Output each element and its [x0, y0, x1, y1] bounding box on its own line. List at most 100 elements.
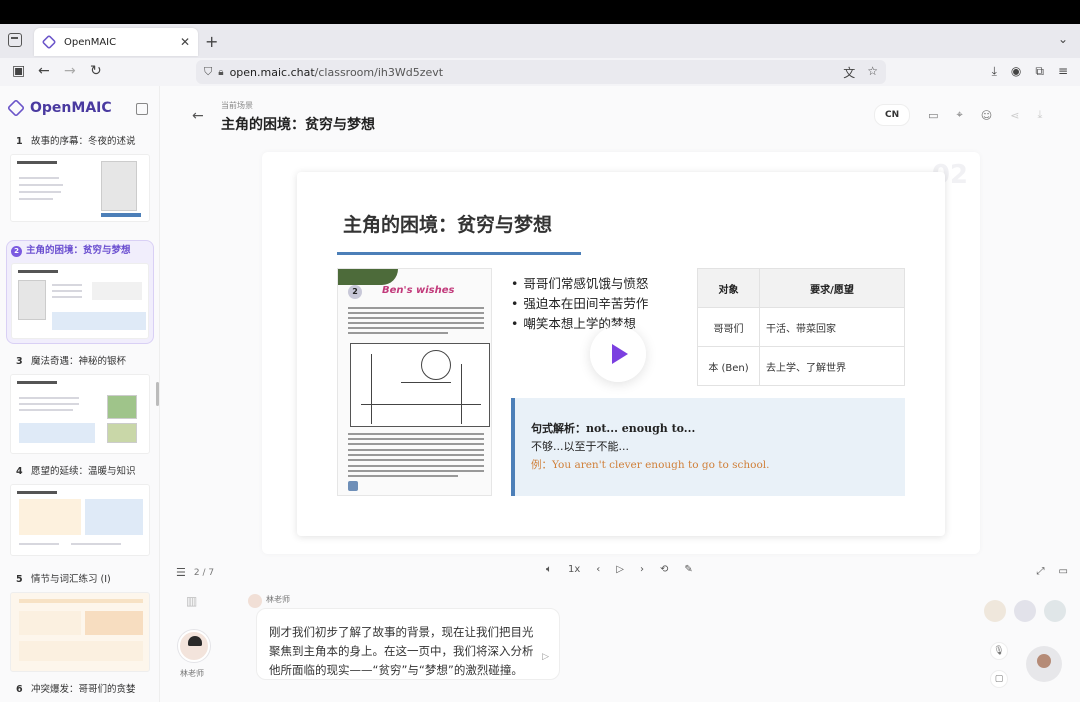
browser-tab[interactable]: OpenMAIC ✕ — [34, 28, 198, 56]
next-icon[interactable]: › — [640, 564, 644, 575]
grammar-meaning: 不够...以至于不能... — [531, 440, 629, 453]
top-bar — [0, 0, 1080, 24]
fullscreen-icon[interactable]: ⤢ — [1037, 566, 1045, 577]
bookmark-star-icon[interactable]: ☆ — [867, 64, 878, 81]
scene-item-1[interactable]: 1 故事的序幕：冬夜的述说 — [6, 134, 154, 222]
book-heading: Ben's wishes — [382, 285, 455, 296]
tab-close-icon[interactable]: ✕ — [180, 35, 190, 49]
forward-icon[interactable]: → — [64, 63, 76, 79]
scene-thumbnail — [10, 592, 150, 672]
tab-strip: OpenMAIC ✕ + ⌄ — [0, 24, 1080, 58]
scene-number: 5 — [16, 574, 23, 585]
scene-title: 愿望的延续：温暖与知识 — [31, 466, 136, 477]
grammar-example: 例：You aren't clever enough to go to scho… — [531, 459, 770, 471]
scene-item-4[interactable]: 4 愿望的延续：温暖与知识 — [6, 464, 154, 556]
speed-button[interactable]: 1x — [568, 564, 580, 575]
speech-bubble: 刚才我们初步了解了故事的背景，现在让我们把目光聚焦到主角本的身上。在这一页中，我… — [256, 608, 560, 680]
repeat-icon[interactable]: ⟲ — [660, 564, 668, 575]
scene-item-3[interactable]: 3 魔法奇遇：神秘的银杯 — [6, 354, 154, 454]
scene-thumbnail — [10, 154, 150, 222]
play-icon[interactable]: ▷ — [616, 564, 624, 575]
chevron-down-icon[interactable]: ⌄ — [1058, 32, 1068, 46]
language-button[interactable]: CN — [874, 104, 911, 126]
pen-icon[interactable]: ✎ — [684, 564, 692, 575]
new-tab-icon[interactable]: + — [205, 32, 218, 51]
speech-text: 刚才我们初步了解了故事的背景，现在让我们把目光聚焦到主角本的身上。在这一页中，我… — [269, 625, 534, 677]
pointer-icon[interactable]: ⌖ — [957, 108, 963, 122]
tab-title: OpenMAIC — [64, 36, 117, 48]
scene-item-6[interactable]: 6 冲突爆发：哥哥们的贪婪 — [6, 682, 154, 698]
table-row: 本 (Ben) 去上学、了解世界 — [697, 346, 905, 386]
user-avatar[interactable] — [1026, 646, 1062, 682]
storybook-image: 2 Ben's wishes — [337, 268, 492, 496]
scene-title: 魔法奇遇：神秘的银杯 — [31, 356, 127, 367]
slide: 主角的困境：贫穷与梦想 2 Ben's wishes • 哥哥们常感饥饿与愤怒 … — [297, 172, 945, 536]
student-avatar[interactable] — [984, 600, 1006, 622]
student-avatar[interactable] — [1014, 600, 1036, 622]
collapse-sidebar-icon[interactable] — [136, 103, 148, 115]
header-toolbar: CN ▭ ⌖ ☺ ⋖ ⤓ — [874, 104, 1074, 126]
book-illustration — [350, 343, 490, 427]
bullet-item: 哥哥们常感饥饿与愤怒 — [511, 274, 648, 294]
scene-label: 当前场景 — [221, 101, 253, 110]
scene-number: 3 — [16, 356, 23, 367]
share-icon[interactable]: ⋖ — [1010, 109, 1019, 122]
scene-title: 故事的序幕：冬夜的述说 — [31, 136, 136, 147]
sidebar-toggle-icon[interactable] — [8, 33, 22, 47]
student-avatar[interactable] — [1044, 600, 1066, 622]
scene-sidebar: OpenMAIC 1 故事的序幕：冬夜的述说 2 主角的困境：贫穷与梦想 3 魔… — [0, 86, 160, 702]
user-icon[interactable]: ☺ — [981, 109, 992, 122]
sidebar-panel-icon[interactable]: ▣ — [12, 63, 25, 79]
scene-item-5[interactable]: 5 情节与词汇练习 (I) — [6, 572, 154, 672]
scene-title: 主角的困境：贫穷与梦想 — [26, 245, 131, 256]
discussion-area: ▥ 林老师 林老师 刚才我们初步了解了故事的背景，现在让我们把目光聚焦到主角本的… — [160, 586, 1080, 702]
book-icon[interactable]: ▥ — [186, 594, 197, 608]
bullet-list: 哥哥们常感饥饿与愤怒 强迫本在田间辛苦劳作 嘲笑本想上学的梦想 — [511, 274, 648, 334]
address-bar[interactable]: ⛉ 🔒︎ open.maic.chat/classroom/ih3Wd5zevt… — [196, 60, 886, 84]
page-indicator: 2 / 7 — [193, 567, 215, 578]
back-icon[interactable]: ← — [38, 63, 50, 79]
extensions-icon[interactable]: ⧉ — [1035, 64, 1044, 79]
playback-controls: ☰ 2 / 7 🔈︎ 1x ‹ ▷ › ⟲ ✎ ⤢ ▭ — [160, 562, 1080, 584]
volume-icon[interactable]: 🔈︎ — [546, 564, 552, 575]
table-row: 哥哥们 干活、带菜回家 — [697, 307, 905, 347]
account-icon[interactable]: ◉ — [1011, 64, 1021, 79]
download-icon[interactable]: ⤓ — [992, 64, 997, 79]
scene-item-2[interactable]: 2 主角的困境：贫穷与梦想 — [6, 240, 154, 344]
previous-icon[interactable]: ‹ — [596, 564, 600, 575]
replay-icon[interactable]: ▷ — [542, 648, 549, 667]
brand-name: OpenMAIC — [30, 100, 112, 116]
wishes-table: 对象 要求/愿望 哥哥们 干活、带菜回家 本 (Ben) 去上学、了解世界 — [697, 268, 905, 386]
book-badge-icon — [348, 481, 358, 491]
page-title: 主角的困境：贫穷与梦想 — [221, 117, 375, 133]
logo-icon — [6, 98, 26, 118]
export-icon[interactable]: ⤓ — [1037, 108, 1042, 122]
speaker-avatar — [248, 594, 262, 608]
table-cell: 哥哥们 — [697, 307, 760, 347]
app: OpenMAIC 1 故事的序幕：冬夜的述说 2 主角的困境：贫穷与梦想 3 魔… — [0, 86, 1080, 702]
play-video-button[interactable] — [590, 326, 646, 382]
table-cell: 干活、带菜回家 — [759, 307, 905, 347]
back-arrow-icon[interactable]: ← — [192, 108, 204, 124]
microphone-icon[interactable]: 🎙︎ — [990, 642, 1008, 660]
table-header: 要求/愿望 — [759, 268, 905, 308]
translate-icon[interactable]: 文 — [843, 64, 855, 81]
grammar-box: 句式解析：not... enough to... 不够...以至于不能... 例… — [511, 398, 905, 496]
screen-icon[interactable]: ▭ — [928, 109, 938, 122]
message-icon[interactable]: ▢ — [990, 670, 1008, 688]
scene-number: 2 — [11, 246, 22, 257]
grammar-title: 句式解析：not... enough to... — [531, 422, 696, 435]
teacher-avatar[interactable] — [178, 630, 210, 662]
scene-number: 4 — [16, 466, 23, 477]
sidebar-scrollbar[interactable] — [156, 382, 159, 406]
scene-thumbnail — [10, 484, 150, 556]
shield-icon[interactable]: ⛉ — [204, 65, 212, 79]
speaker-name: 林老师 — [266, 595, 290, 604]
scene-list-icon[interactable]: ☰ — [176, 566, 186, 579]
lock-icon[interactable]: 🔒︎ — [218, 67, 223, 78]
menu-icon[interactable]: ≡ — [1058, 64, 1068, 79]
reload-icon[interactable]: ↻ — [90, 63, 102, 79]
table-cell: 本 (Ben) — [697, 346, 760, 386]
whiteboard-icon[interactable]: ▭ — [1059, 566, 1068, 577]
url-text[interactable]: open.maic.chat/classroom/ih3Wd5zevt — [230, 66, 444, 79]
